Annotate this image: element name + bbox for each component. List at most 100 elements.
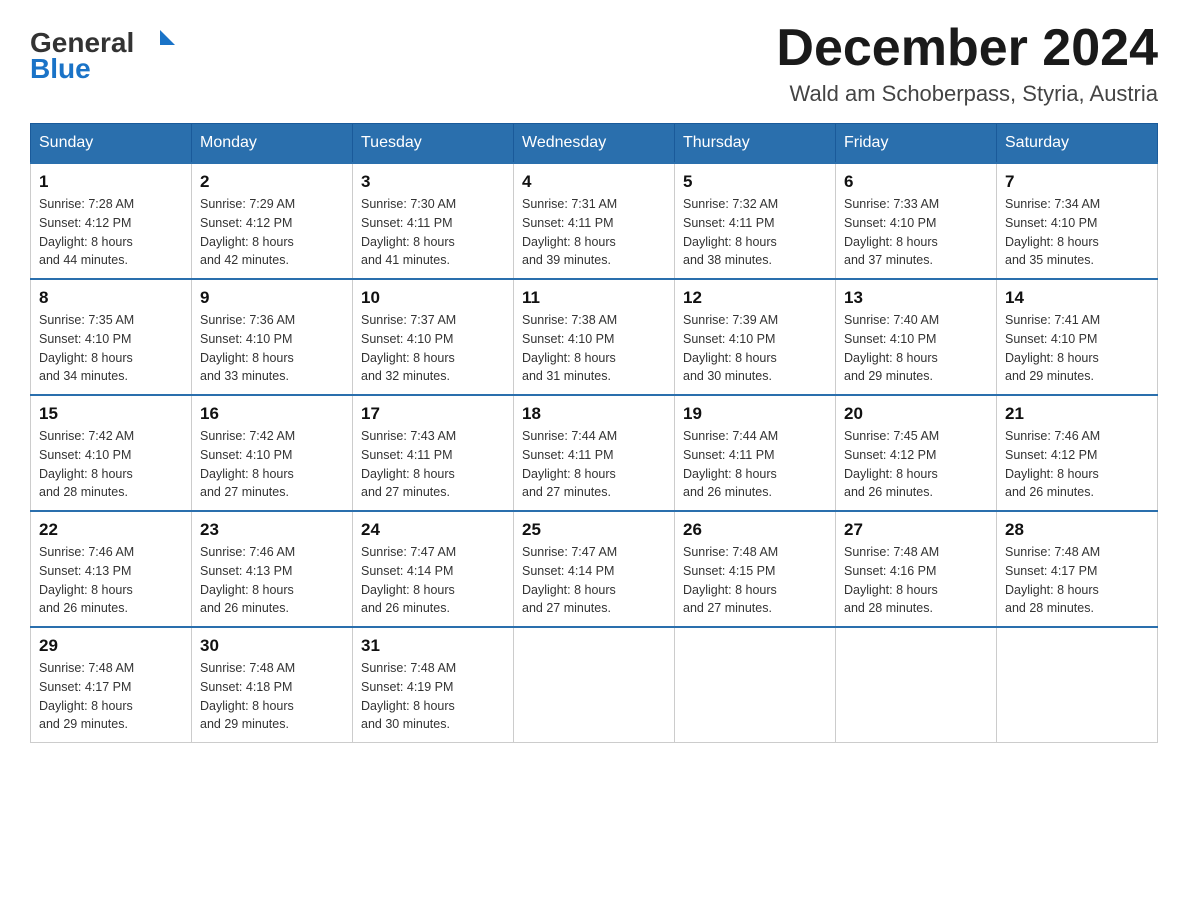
day-number: 8 [39,288,183,308]
calendar-cell: 12 Sunrise: 7:39 AM Sunset: 4:10 PM Dayl… [675,279,836,395]
day-number: 15 [39,404,183,424]
day-number: 7 [1005,172,1149,192]
calendar-cell: 18 Sunrise: 7:44 AM Sunset: 4:11 PM Dayl… [514,395,675,511]
calendar-cell: 1 Sunrise: 7:28 AM Sunset: 4:12 PM Dayli… [31,163,192,279]
calendar-cell: 16 Sunrise: 7:42 AM Sunset: 4:10 PM Dayl… [192,395,353,511]
day-info: Sunrise: 7:41 AM Sunset: 4:10 PM Dayligh… [1005,311,1149,386]
calendar-cell: 26 Sunrise: 7:48 AM Sunset: 4:15 PM Dayl… [675,511,836,627]
day-number: 22 [39,520,183,540]
day-info: Sunrise: 7:37 AM Sunset: 4:10 PM Dayligh… [361,311,505,386]
calendar-cell [675,627,836,743]
day-info: Sunrise: 7:47 AM Sunset: 4:14 PM Dayligh… [361,543,505,618]
day-info: Sunrise: 7:44 AM Sunset: 4:11 PM Dayligh… [683,427,827,502]
day-info: Sunrise: 7:48 AM Sunset: 4:19 PM Dayligh… [361,659,505,734]
header-tuesday: Tuesday [353,124,514,164]
day-number: 11 [522,288,666,308]
calendar-cell: 24 Sunrise: 7:47 AM Sunset: 4:14 PM Dayl… [353,511,514,627]
day-info: Sunrise: 7:40 AM Sunset: 4:10 PM Dayligh… [844,311,988,386]
week-row-2: 8 Sunrise: 7:35 AM Sunset: 4:10 PM Dayli… [31,279,1158,395]
calendar-cell: 19 Sunrise: 7:44 AM Sunset: 4:11 PM Dayl… [675,395,836,511]
day-number: 10 [361,288,505,308]
day-number: 3 [361,172,505,192]
calendar-cell: 29 Sunrise: 7:48 AM Sunset: 4:17 PM Dayl… [31,627,192,743]
day-number: 1 [39,172,183,192]
day-info: Sunrise: 7:45 AM Sunset: 4:12 PM Dayligh… [844,427,988,502]
day-number: 14 [1005,288,1149,308]
day-info: Sunrise: 7:28 AM Sunset: 4:12 PM Dayligh… [39,195,183,270]
logo: General Blue [30,20,175,85]
page-header: General Blue December 2024 Wald am Schob… [30,20,1158,107]
header-wednesday: Wednesday [514,124,675,164]
calendar-cell: 4 Sunrise: 7:31 AM Sunset: 4:11 PM Dayli… [514,163,675,279]
day-info: Sunrise: 7:34 AM Sunset: 4:10 PM Dayligh… [1005,195,1149,270]
calendar-cell: 7 Sunrise: 7:34 AM Sunset: 4:10 PM Dayli… [997,163,1158,279]
header-friday: Friday [836,124,997,164]
calendar-cell: 25 Sunrise: 7:47 AM Sunset: 4:14 PM Dayl… [514,511,675,627]
days-header-row: Sunday Monday Tuesday Wednesday Thursday… [31,124,1158,164]
calendar-cell: 21 Sunrise: 7:46 AM Sunset: 4:12 PM Dayl… [997,395,1158,511]
week-row-1: 1 Sunrise: 7:28 AM Sunset: 4:12 PM Dayli… [31,163,1158,279]
calendar-cell: 20 Sunrise: 7:45 AM Sunset: 4:12 PM Dayl… [836,395,997,511]
day-number: 30 [200,636,344,656]
day-info: Sunrise: 7:39 AM Sunset: 4:10 PM Dayligh… [683,311,827,386]
header-sunday: Sunday [31,124,192,164]
calendar-cell: 3 Sunrise: 7:30 AM Sunset: 4:11 PM Dayli… [353,163,514,279]
day-info: Sunrise: 7:32 AM Sunset: 4:11 PM Dayligh… [683,195,827,270]
day-info: Sunrise: 7:33 AM Sunset: 4:10 PM Dayligh… [844,195,988,270]
calendar-cell: 9 Sunrise: 7:36 AM Sunset: 4:10 PM Dayli… [192,279,353,395]
header-thursday: Thursday [675,124,836,164]
calendar-cell: 28 Sunrise: 7:48 AM Sunset: 4:17 PM Dayl… [997,511,1158,627]
day-info: Sunrise: 7:29 AM Sunset: 4:12 PM Dayligh… [200,195,344,270]
calendar-cell: 11 Sunrise: 7:38 AM Sunset: 4:10 PM Dayl… [514,279,675,395]
calendar-cell: 6 Sunrise: 7:33 AM Sunset: 4:10 PM Dayli… [836,163,997,279]
day-number: 21 [1005,404,1149,424]
calendar-subtitle: Wald am Schoberpass, Styria, Austria [776,81,1158,107]
day-number: 4 [522,172,666,192]
calendar-cell: 10 Sunrise: 7:37 AM Sunset: 4:10 PM Dayl… [353,279,514,395]
day-number: 2 [200,172,344,192]
day-number: 29 [39,636,183,656]
header-saturday: Saturday [997,124,1158,164]
week-row-4: 22 Sunrise: 7:46 AM Sunset: 4:13 PM Dayl… [31,511,1158,627]
day-info: Sunrise: 7:30 AM Sunset: 4:11 PM Dayligh… [361,195,505,270]
calendar-title: December 2024 [776,20,1158,77]
day-info: Sunrise: 7:48 AM Sunset: 4:18 PM Dayligh… [200,659,344,734]
day-number: 20 [844,404,988,424]
calendar-cell: 27 Sunrise: 7:48 AM Sunset: 4:16 PM Dayl… [836,511,997,627]
day-number: 5 [683,172,827,192]
day-info: Sunrise: 7:48 AM Sunset: 4:17 PM Dayligh… [1005,543,1149,618]
title-area: December 2024 Wald am Schoberpass, Styri… [776,20,1158,107]
week-row-3: 15 Sunrise: 7:42 AM Sunset: 4:10 PM Dayl… [31,395,1158,511]
day-number: 19 [683,404,827,424]
day-info: Sunrise: 7:43 AM Sunset: 4:11 PM Dayligh… [361,427,505,502]
day-number: 23 [200,520,344,540]
day-number: 6 [844,172,988,192]
day-info: Sunrise: 7:42 AM Sunset: 4:10 PM Dayligh… [39,427,183,502]
week-row-5: 29 Sunrise: 7:48 AM Sunset: 4:17 PM Dayl… [31,627,1158,743]
day-info: Sunrise: 7:35 AM Sunset: 4:10 PM Dayligh… [39,311,183,386]
day-info: Sunrise: 7:44 AM Sunset: 4:11 PM Dayligh… [522,427,666,502]
calendar-cell: 2 Sunrise: 7:29 AM Sunset: 4:12 PM Dayli… [192,163,353,279]
day-number: 24 [361,520,505,540]
header-monday: Monday [192,124,353,164]
day-number: 25 [522,520,666,540]
calendar-cell: 15 Sunrise: 7:42 AM Sunset: 4:10 PM Dayl… [31,395,192,511]
calendar-cell: 5 Sunrise: 7:32 AM Sunset: 4:11 PM Dayli… [675,163,836,279]
logo-svg: General Blue [30,20,175,85]
day-info: Sunrise: 7:48 AM Sunset: 4:17 PM Dayligh… [39,659,183,734]
day-info: Sunrise: 7:42 AM Sunset: 4:10 PM Dayligh… [200,427,344,502]
calendar-cell [514,627,675,743]
day-number: 9 [200,288,344,308]
day-number: 16 [200,404,344,424]
day-info: Sunrise: 7:46 AM Sunset: 4:13 PM Dayligh… [200,543,344,618]
day-info: Sunrise: 7:46 AM Sunset: 4:12 PM Dayligh… [1005,427,1149,502]
calendar-cell: 22 Sunrise: 7:46 AM Sunset: 4:13 PM Dayl… [31,511,192,627]
day-info: Sunrise: 7:31 AM Sunset: 4:11 PM Dayligh… [522,195,666,270]
day-number: 18 [522,404,666,424]
day-number: 26 [683,520,827,540]
calendar-cell: 23 Sunrise: 7:46 AM Sunset: 4:13 PM Dayl… [192,511,353,627]
day-info: Sunrise: 7:38 AM Sunset: 4:10 PM Dayligh… [522,311,666,386]
day-number: 12 [683,288,827,308]
calendar-cell [836,627,997,743]
calendar-cell: 14 Sunrise: 7:41 AM Sunset: 4:10 PM Dayl… [997,279,1158,395]
